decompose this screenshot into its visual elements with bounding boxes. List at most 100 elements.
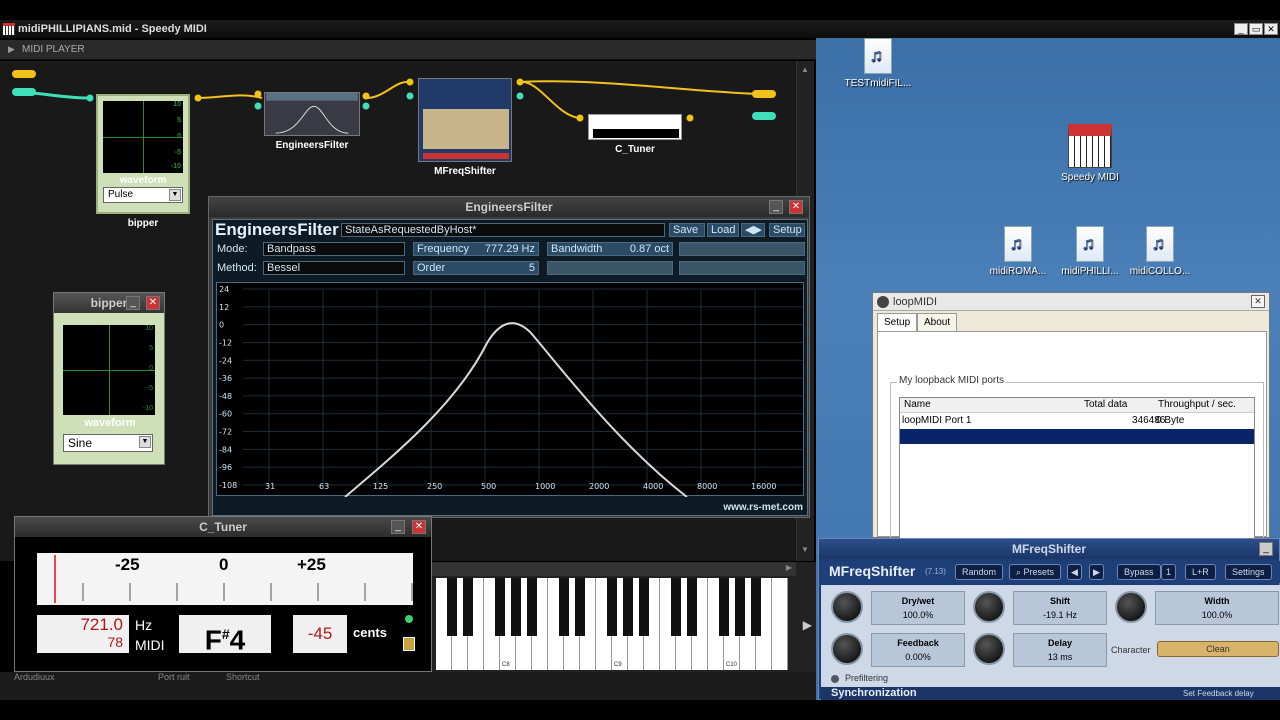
black-key[interactable] [735,578,745,636]
bandwidth-slider[interactable]: Bandwidth 0.87 oct [547,242,673,256]
preset-nav-arrows[interactable]: ◀▶ [741,223,765,237]
black-key[interactable] [639,578,649,636]
minimize-button[interactable]: _ [391,520,405,534]
close-button[interactable]: ✕ [412,520,426,534]
delay-knob[interactable] [973,633,1005,665]
port-dot[interactable] [194,94,202,102]
mode-select[interactable]: Bandpass [263,242,405,256]
white-key[interactable] [772,578,788,670]
setup-button[interactable]: Setup [769,223,805,237]
maximize-button[interactable]: ▭ [1249,23,1263,35]
table-row-selected[interactable]: loopMIDI Port 2 12881 0 Byte [900,429,1254,444]
port-dot[interactable] [254,102,262,110]
black-key[interactable] [751,578,761,636]
piano-keys[interactable]: C8 C9 C10 [436,578,794,670]
random-button[interactable]: Random [955,564,1004,580]
chevron-down-icon[interactable]: ▼ [169,189,181,201]
website-link[interactable]: www.rs-met.com [723,502,803,513]
port-dot[interactable] [362,102,370,110]
close-button[interactable]: ✕ [146,296,160,310]
minimize-button[interactable]: _ [1234,23,1248,35]
settings-button[interactable]: Settings [1225,564,1272,580]
c-tuner-node[interactable]: C_Tuner [588,114,682,155]
feedback-knob[interactable] [831,633,863,665]
black-key[interactable] [447,578,457,636]
column-header-throughput[interactable]: Throughput / sec. [1158,399,1236,410]
set-feedback-delay-label[interactable]: Set Feedback delay [1183,689,1254,698]
method-select[interactable]: Bessel [263,261,405,275]
port-dot[interactable] [254,90,262,98]
save-button[interactable]: Save [669,223,705,237]
prev-preset-button[interactable]: ◀ [1067,564,1082,580]
minimize-button[interactable]: _ [769,200,783,214]
table-row[interactable]: loopMIDI Port 1 346486 0 Byte [900,414,1254,429]
black-key[interactable] [687,578,697,636]
black-key[interactable] [559,578,569,636]
minimize-button[interactable]: _ [1259,542,1273,556]
port-dot[interactable] [406,78,414,86]
mfreqshifter-window[interactable]: MFreqShifter _ MFreqShifter (7.13) Rando… [818,538,1280,701]
desktop-icon-testmidifil[interactable]: TESTmidiFIL... [828,38,928,89]
bypass-button[interactable]: Bypass [1117,564,1161,580]
empty-slider[interactable] [679,242,805,256]
port-dot[interactable] [576,114,584,122]
port-dot[interactable] [516,78,524,86]
presets-button[interactable]: ⌕ Presets [1009,564,1062,580]
waveform-select[interactable]: Sine ▼ [63,434,153,452]
engineersfilter-node[interactable]: EngineersFilter [264,92,360,151]
minimize-button[interactable]: _ [126,296,140,310]
load-button[interactable]: Load [707,223,739,237]
keyboard-scroll-right-icon[interactable]: ▶ [803,618,812,632]
bipper-node[interactable]: 10 5 0 -5 -10 waveform Pulse ▼ bipper [96,94,190,229]
port-dot[interactable] [516,92,524,100]
c-tuner-window[interactable]: C_Tuner _ ✕ -25 0 +25 721.0 78 Hz MIDI F… [14,516,432,672]
black-key[interactable] [463,578,473,636]
black-key[interactable] [607,578,617,636]
close-button[interactable]: ✕ [789,200,803,214]
desktop-icon-speedy-midi[interactable]: Speedy MIDI [1040,124,1140,183]
column-header-total[interactable]: Total data [1084,399,1127,410]
tab-setup[interactable]: Setup [877,313,918,331]
audio-in-port[interactable] [12,88,36,96]
prefiltering-label[interactable]: Prefiltering [845,673,888,683]
shift-knob[interactable] [973,591,1005,623]
black-key[interactable] [495,578,505,636]
tab-about[interactable]: About [917,313,958,331]
loopmidi-window[interactable]: loopMIDI ✕ Setup About My loopback MIDI … [872,292,1270,577]
engineersfilter-window[interactable]: EngineersFilter _ ✕ EngineersFilter Stat… [208,196,810,518]
character-select[interactable]: Clean [1157,641,1279,657]
black-key[interactable] [623,578,633,636]
black-key[interactable] [527,578,537,636]
chevron-down-icon[interactable]: ▼ [139,436,151,448]
keyboard-scrollbar[interactable]: ▶ [432,562,796,576]
audio-out-port[interactable] [752,112,776,120]
frequency-response-plot[interactable]: 24 12 0 -12 -24 -36 -48 -60 -72 -84 -96 -108 31 63 125… [216,282,804,498]
empty-slider[interactable] [679,261,805,275]
black-key[interactable] [575,578,585,636]
prefiltering-led-icon[interactable] [831,675,839,683]
midi-in-port[interactable] [12,70,36,78]
column-header-name[interactable]: Name [904,399,931,410]
close-button[interactable]: ✕ [1264,23,1278,35]
black-key[interactable] [671,578,681,636]
desktop-icon-midicollo[interactable]: midiCOLLO... [1110,226,1210,277]
mfreqshifter-node[interactable]: MFreqShifter [418,78,512,177]
port-dot[interactable] [686,114,694,122]
waveform-select[interactable]: Pulse ▼ [103,187,183,203]
order-slider[interactable]: Order 5 [413,261,539,275]
preset-field[interactable]: StateAsRequestedByHost* [341,223,665,237]
port-dot[interactable] [362,92,370,100]
channel-button[interactable]: 1 [1161,564,1177,580]
scroll-right-icon[interactable]: ▶ [786,563,792,572]
frequency-slider[interactable]: Frequency 777.29 Hz [413,242,539,256]
next-preset-button[interactable]: ▶ [1089,564,1104,580]
close-button[interactable]: ✕ [1251,295,1265,308]
lr-button[interactable]: L+R [1185,564,1216,580]
dry-wet-knob[interactable] [831,591,863,623]
bipper-window[interactable]: bipper _ ✕ 10 5 0 -5 -10 waveform Sine ▼ [53,292,165,465]
port-dot[interactable] [86,94,94,102]
midi-out-port[interactable] [752,90,776,98]
black-key[interactable] [719,578,729,636]
black-key[interactable] [511,578,521,636]
port-dot[interactable] [406,92,414,100]
